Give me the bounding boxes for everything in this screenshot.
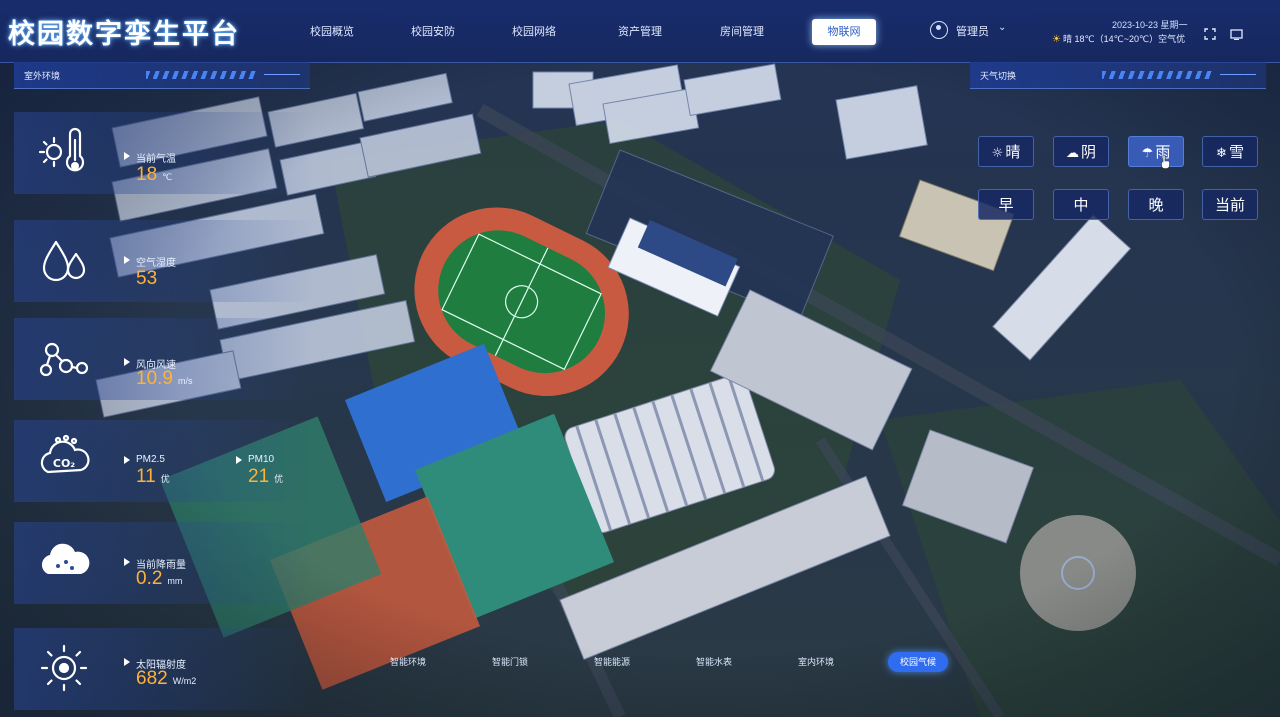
outdoor-environment-title: 室外环境 (24, 71, 61, 81)
metric-value: 682 W/m2 (136, 668, 196, 690)
weather-sunny-label: 晴 (1005, 143, 1021, 161)
metric-label: 空气湿度 (124, 254, 176, 269)
weather-switch-title: 天气切换 (980, 71, 1017, 81)
pm25-number: 11 (136, 466, 156, 487)
pm25-value: 11 优 (136, 466, 170, 488)
tab-campus-overview[interactable]: 校园概览 (300, 19, 364, 45)
cloud-icon: ☁ (1065, 146, 1079, 161)
metric-value: 10.9 m/s (136, 368, 192, 390)
subtab-smart-environment[interactable]: 智能环境 (378, 652, 438, 672)
header-line (1220, 74, 1256, 75)
user-name: 管理员 (956, 26, 989, 38)
wind-unit: m/s (177, 376, 193, 386)
snow-icon: ❄ (1216, 146, 1227, 161)
rain-icon: ☂ (1141, 146, 1154, 161)
subtab-indoor-environment[interactable]: 室内环境 (786, 652, 846, 672)
tab-asset-management[interactable]: 资产管理 (608, 19, 672, 45)
metric-humidity: 空气湿度 53 (14, 220, 314, 302)
time-morning-button[interactable]: 早 (978, 189, 1034, 220)
top-bar: 校园数字孪生平台 校园概览 校园安防 校园网络 资产管理 房间管理 物联网 管理… (0, 0, 1280, 63)
time-current-button[interactable]: 当前 (1202, 189, 1258, 220)
subtab-smart-lock[interactable]: 智能门锁 (480, 652, 540, 672)
rainfall-value: 0.2 (136, 568, 163, 589)
metric-solar-radiation: 太阳辐射度 682 W/m2 (14, 628, 314, 710)
co2-cloud-icon: CO₂ (40, 434, 90, 474)
fullscreen-icon[interactable] (1204, 28, 1216, 40)
subtab-campus-climate[interactable]: 校园气候 (888, 652, 948, 672)
rain-cloud-icon (41, 543, 90, 574)
pm10-value: 21 优 (248, 466, 283, 488)
screen-icon[interactable] (1230, 29, 1243, 40)
weather-cloudy-label: 阴 (1080, 143, 1096, 161)
metric-value: 18 ℃ (136, 164, 172, 186)
metric-air-quality: CO₂ PM2.5 11 优 PM10 21 优 (14, 420, 314, 502)
wind-value: 10.9 (136, 368, 173, 389)
subtab-smart-energy[interactable]: 智能能源 (582, 652, 642, 672)
header-line (264, 74, 300, 75)
pm10-label: PM10 (235, 454, 275, 465)
weather-switch-header: 天气切换 (970, 62, 1266, 89)
sun-radiation-icon (40, 644, 88, 692)
weather-summary: ☀ 晴 18℃（14℃~20℃）空气优 (1052, 32, 1185, 45)
pm10-number: 21 (248, 466, 270, 487)
weather-rain-button[interactable]: ☂ 雨 (1128, 136, 1184, 167)
temperature-unit: ℃ (162, 172, 173, 182)
metric-temperature: 当前气温 18 ℃ (14, 112, 314, 194)
rainfall-unit: mm (167, 576, 183, 586)
header-stripes (146, 71, 256, 79)
weather-sunny-button[interactable]: ☼ 晴 (978, 136, 1034, 167)
humidity-value: 53 (136, 268, 158, 289)
pm25-label: PM2.5 (124, 454, 165, 465)
wind-nodes-icon (39, 342, 89, 377)
tab-iot[interactable]: 物联网 (812, 19, 876, 45)
subtab-smart-water-meter[interactable]: 智能水表 (684, 652, 744, 672)
svg-text:CO₂: CO₂ (53, 457, 75, 470)
metric-rainfall: 当前降雨量 0.2 mm (14, 522, 314, 604)
header-stripes (1102, 71, 1212, 79)
tab-campus-security[interactable]: 校园安防 (401, 19, 465, 45)
current-datetime: 2023-10-23 星期一 (1112, 20, 1188, 30)
weather-snow-button[interactable]: ❄ 雪 (1202, 136, 1258, 167)
tab-campus-network[interactable]: 校园网络 (502, 19, 566, 45)
time-evening-button[interactable]: 晚 (1128, 189, 1184, 220)
humidity-drops-icon (42, 240, 86, 282)
solar-radiation-value: 682 (136, 668, 168, 689)
outdoor-environment-header: 室外环境 (14, 62, 310, 89)
hand-cursor-icon (1161, 155, 1170, 169)
weather-summary-text: 晴 18℃（14℃~20℃）空气优 (1062, 34, 1186, 44)
time-noon-button[interactable]: 中 (1053, 189, 1109, 220)
temperature-value: 18 (136, 164, 158, 185)
thermometer-sun-icon (38, 127, 85, 172)
tab-room-management[interactable]: 房间管理 (710, 19, 774, 45)
sun-icon: ☀ (1052, 34, 1061, 45)
weather-snow-label: 雪 (1228, 143, 1244, 161)
pm10-grade: 优 (274, 474, 284, 484)
metric-value: 0.2 mm (136, 568, 182, 590)
weather-cloudy-button[interactable]: ☁ 阴 (1053, 136, 1109, 167)
user-icon (930, 21, 948, 39)
solar-radiation-unit: W/m2 (172, 676, 197, 686)
metric-wind: 风向风速 10.9 m/s (14, 318, 314, 400)
chevron-down-icon: ⌄ (998, 22, 1007, 33)
iot-subtabs: 智能环境 智能门锁 智能能源 智能水表 室内环境 校园气候 (378, 652, 958, 674)
sunny-icon: ☼ (991, 146, 1004, 161)
metric-label: 当前气温 (124, 150, 176, 165)
metric-value: 53 (136, 268, 157, 290)
pm25-grade: 优 (160, 474, 170, 484)
app-title: 校园数字孪生平台 (8, 19, 240, 50)
